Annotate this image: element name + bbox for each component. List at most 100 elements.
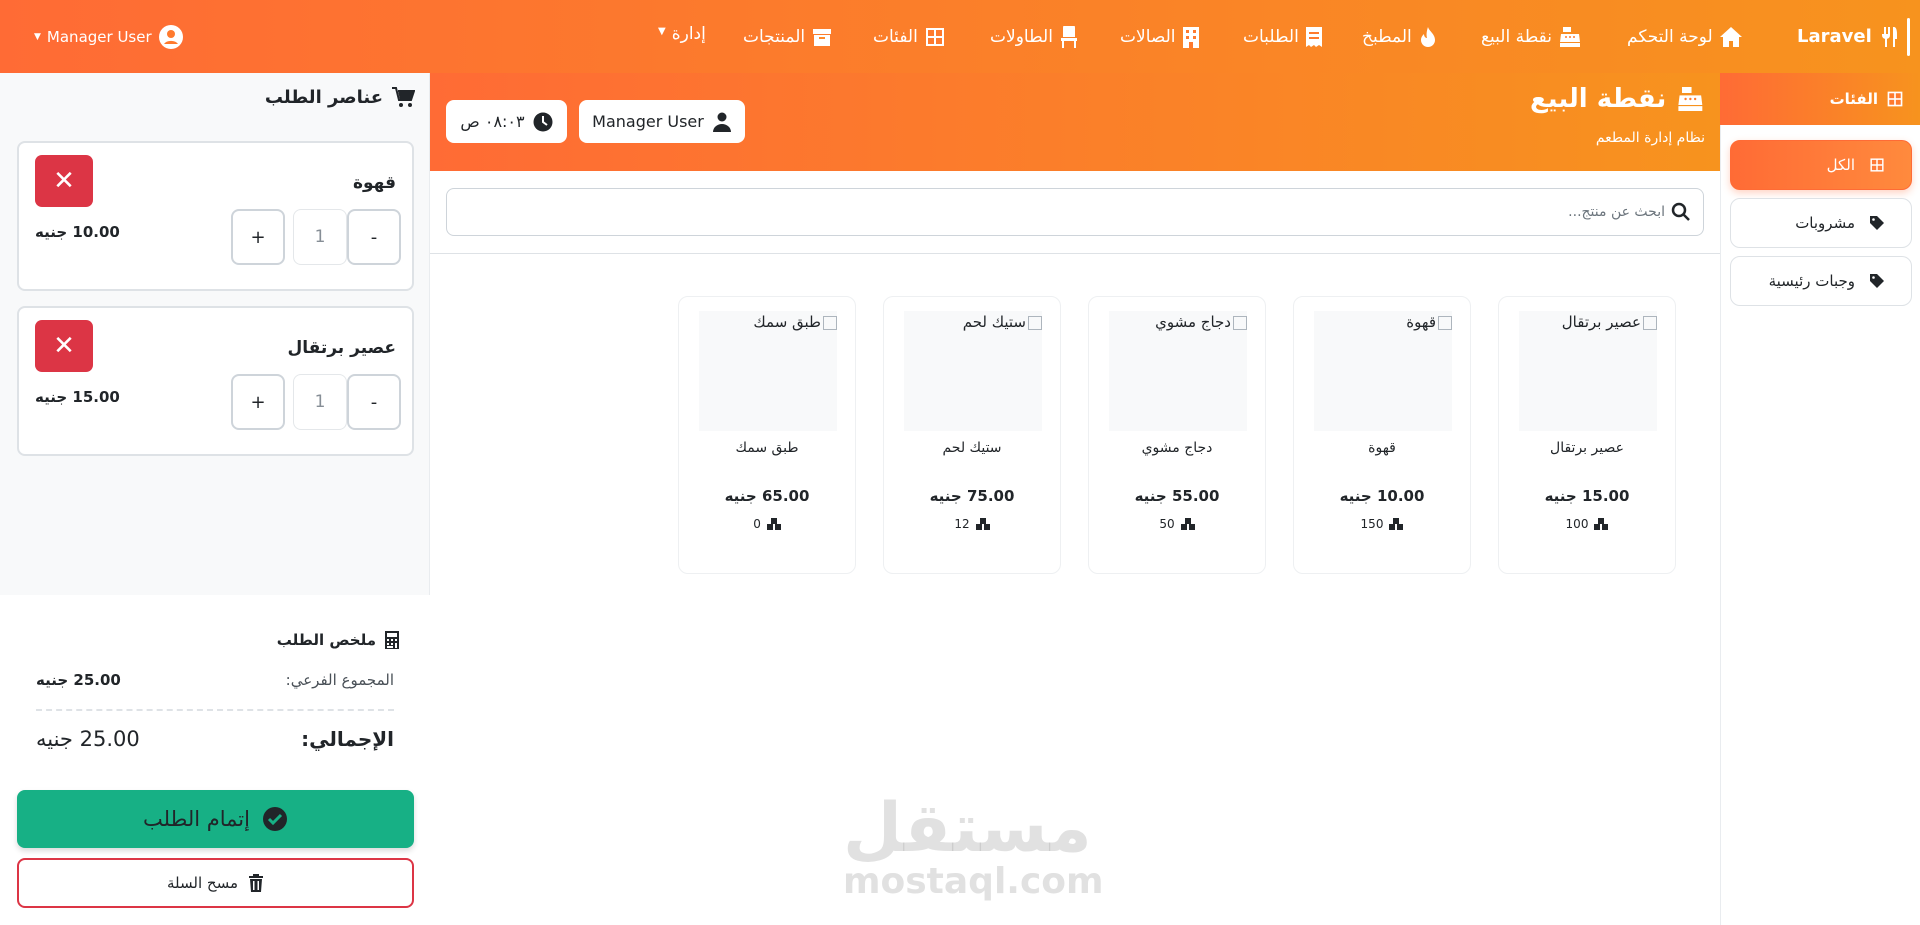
broken-image-icon [1643, 315, 1657, 330]
clear-cart-button[interactable]: مسح السلة [17, 858, 414, 908]
order-item: عصير برتقال ✕ + 1 - 15.00 جنيه [17, 306, 414, 456]
watermark-arabic: مستقل [843, 789, 1092, 868]
total-label: الإجمالي: [301, 727, 394, 751]
grid-icon [1887, 91, 1903, 107]
broken-image-icon [1233, 315, 1247, 330]
caret-down-icon: ▼ [658, 26, 666, 37]
nav-products-label: المنتجات [743, 26, 806, 47]
nav-tables-label: الطاولات [990, 26, 1053, 47]
nav-products[interactable]: المنتجات [743, 0, 833, 73]
product-stock: 0 [689, 517, 845, 531]
product-card[interactable]: طبق سمك طبق سمك 65.00 جنيه 0 [678, 296, 856, 574]
tag-icon [1870, 216, 1884, 230]
caret-down-icon: ▼ [34, 31, 41, 42]
watermark: مستقل mostaql.com [843, 789, 1104, 900]
product-stock: 150 [1304, 517, 1460, 531]
cash-register-icon [1678, 87, 1703, 111]
summary-divider [36, 709, 394, 711]
product-card[interactable]: ستيك لحم ستيك لحم 75.00 جنيه 12 [883, 296, 1061, 574]
product-image: ستيك لحم [904, 311, 1042, 431]
nav-categories-label: الفئات [873, 26, 918, 47]
user-icon [712, 112, 731, 132]
product-name: عصير برتقال [1550, 440, 1624, 456]
clock-icon [533, 112, 553, 131]
nav-orders[interactable]: الطلبات [1243, 0, 1323, 73]
check-circle-icon [262, 807, 287, 831]
nav-dashboard-label: لوحة التحكم [1627, 26, 1713, 47]
nav-admin-dropdown[interactable]: إدارة ▼ [658, 0, 706, 73]
calculator-icon [385, 631, 399, 649]
page-title-text: نقطة البيع [1530, 84, 1667, 114]
clock-badge: ٠٨:٠٣ ص [446, 100, 567, 143]
nav-admin-label: إدارة [671, 23, 706, 44]
nav-kitchen[interactable]: المطبخ [1362, 0, 1438, 73]
summary-title: ملخص الطلب [260, 630, 400, 650]
category-item-label: الكل [1826, 156, 1855, 174]
nav-kitchen-label: المطبخ [1362, 26, 1412, 47]
boxes-icon [1389, 518, 1404, 530]
product-image-alt: دجاج مشوي [1155, 313, 1231, 331]
boxes-icon [975, 518, 990, 530]
product-image-alt: عصير برتقال [1561, 313, 1641, 331]
brand-name: Laravel [1797, 26, 1872, 47]
product-card[interactable]: عصير برتقال عصير برتقال 15.00 جنيه 100 [1498, 296, 1676, 574]
brand-link[interactable]: Laravel [1797, 0, 1902, 73]
complete-order-label: إتمام الطلب [143, 807, 250, 831]
subtotal-label: المجموع الفرعي: [285, 671, 394, 689]
qty-increase-button[interactable]: + [231, 209, 285, 265]
product-stock: 50 [1099, 517, 1255, 531]
nav-pos[interactable]: نقطة البيع [1481, 0, 1582, 73]
page-title: نقطة البيع [1530, 84, 1705, 114]
qty-increase-button[interactable]: + [231, 374, 285, 430]
order-item: قهوة ✕ + 1 - 10.00 جنيه [17, 141, 414, 291]
category-item-drinks[interactable]: مشروبات [1730, 198, 1912, 248]
remove-item-button[interactable]: ✕ [35, 320, 93, 372]
search-icon [1671, 202, 1690, 221]
product-name: دجاج مشوي [1141, 440, 1213, 456]
page-subtitle: نظام إدارة المطعم [1595, 130, 1705, 146]
product-name: قهوة [1368, 440, 1396, 456]
product-price: 75.00 جنيه [929, 487, 1015, 505]
complete-order-button[interactable]: إتمام الطلب [17, 790, 414, 848]
nav-dashboard[interactable]: لوحة التحكم [1627, 0, 1743, 73]
product-card[interactable]: قهوة قهوة 10.00 جنيه 150 [1293, 296, 1471, 574]
broken-image-icon [823, 315, 837, 330]
user-menu[interactable]: ▼ Manager User [34, 0, 184, 73]
product-card[interactable]: دجاج مشوي دجاج مشوي 55.00 جنيه 50 [1088, 296, 1266, 574]
remove-item-button[interactable]: ✕ [35, 155, 93, 207]
qty-value[interactable]: 1 [293, 209, 347, 265]
product-image-alt: قهوة [1406, 313, 1436, 331]
qty-value[interactable]: 1 [293, 374, 347, 430]
nav-categories[interactable]: الفئات [873, 0, 946, 73]
order-item-price: 10.00 جنيه [35, 223, 120, 241]
content-divider [430, 253, 1720, 254]
nav-tables[interactable]: الطاولات [990, 0, 1079, 73]
category-item-main-meals[interactable]: وجبات رئيسية [1730, 256, 1912, 306]
current-user-badge: Manager User [579, 100, 745, 143]
cart-icon [392, 87, 415, 107]
box-icon [813, 28, 832, 46]
product-image: قهوة [1314, 311, 1452, 431]
search-input[interactable] [447, 204, 1665, 220]
fire-icon [1420, 26, 1435, 47]
qty-decrease-button[interactable]: - [347, 209, 401, 265]
order-item-price: 15.00 جنيه [35, 388, 120, 406]
boxes-icon [1180, 518, 1195, 530]
boxes-icon [1594, 518, 1609, 530]
category-sidebar-header: الفئات [1720, 73, 1920, 125]
product-image-alt: طبق سمك [753, 313, 821, 331]
product-name: طبق سمك [735, 440, 799, 456]
product-image-alt: ستيك لحم [962, 313, 1026, 331]
product-image: دجاج مشوي [1109, 311, 1247, 431]
current-user-name: Manager User [592, 112, 704, 131]
qty-decrease-button[interactable]: - [347, 374, 401, 430]
nav-halls[interactable]: الصالات [1120, 0, 1200, 73]
product-price: 10.00 جنيه [1339, 487, 1425, 505]
product-stock-count: 12 [954, 517, 970, 531]
total-row: الإجمالي: 25.00 جنيه [36, 727, 394, 751]
product-price: 15.00 جنيه [1544, 487, 1630, 505]
order-items-title: عناصر الطلب [240, 86, 415, 108]
category-item-all[interactable]: الكل [1730, 140, 1912, 190]
subtotal-row: المجموع الفرعي: 25.00 جنيه [36, 671, 394, 689]
user-circle-icon [158, 24, 183, 49]
